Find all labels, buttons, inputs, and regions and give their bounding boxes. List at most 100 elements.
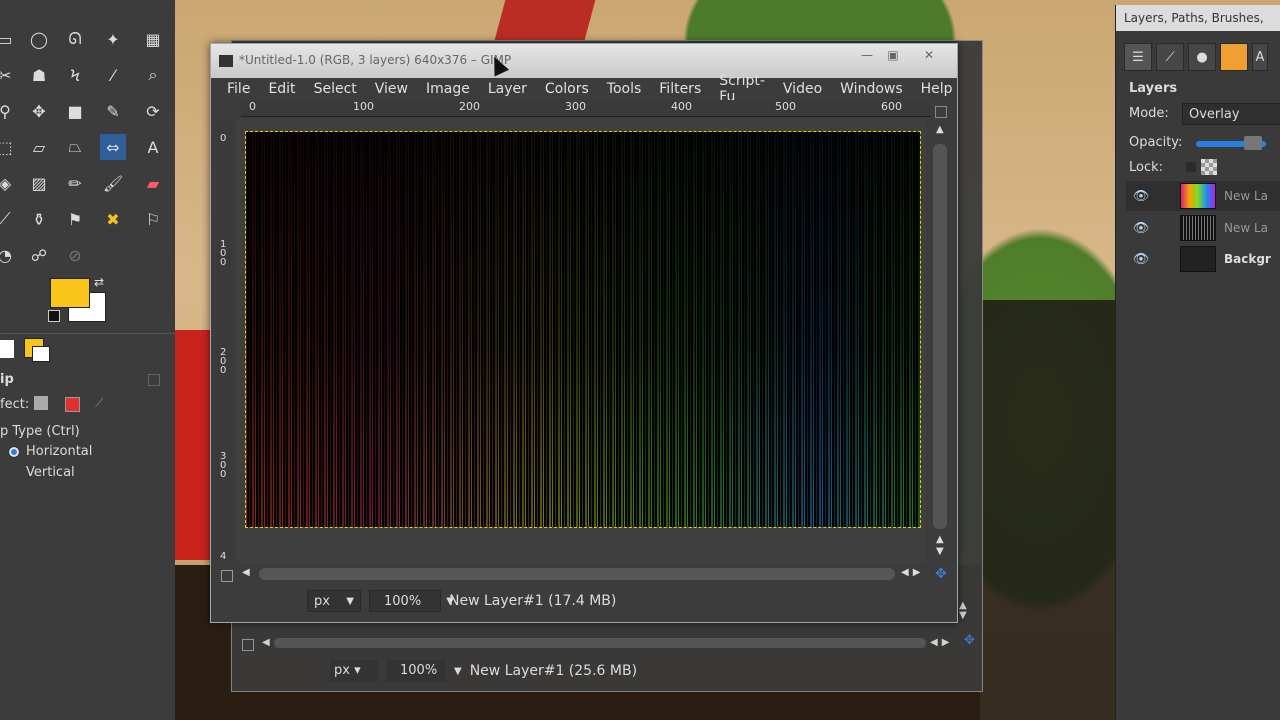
paths-tab-icon[interactable]: ⟋ [1156, 43, 1184, 71]
horizontal-ruler[interactable]: 0 100 200 300 400 500 600 [241, 100, 931, 117]
menu-edit[interactable]: Edit [259, 81, 304, 97]
rect-select-icon[interactable]: ▭ [0, 26, 18, 52]
perspective-clone-icon[interactable]: ⚐ [140, 206, 166, 232]
foreground-color-swatch-top[interactable] [50, 278, 90, 308]
vertical-scrollbar[interactable] [933, 144, 947, 529]
menu-select[interactable]: Select [305, 81, 366, 97]
tool-options-tab-icon[interactable] [0, 340, 14, 358]
navigation-cross-icon[interactable]: ✥ [964, 633, 975, 648]
horizontal-scrollbar[interactable] [259, 568, 895, 580]
layer-row[interactable]: 👁 New La [1126, 213, 1280, 243]
move-icon[interactable]: ✥ [26, 98, 52, 124]
clone-icon[interactable]: ⚑ [62, 206, 88, 232]
mode-select[interactable]: Overlay [1182, 103, 1280, 125]
eraser-icon[interactable]: ▰ [140, 170, 166, 196]
pencil-icon[interactable]: ✏ [62, 170, 88, 196]
minimize-icon[interactable]: — [855, 48, 879, 64]
text-icon[interactable]: A [140, 134, 166, 160]
smudge-icon[interactable]: ☍ [26, 242, 52, 268]
zoom-dropdown-arrow-icon[interactable]: ▼ [454, 666, 462, 677]
paths-icon[interactable]: Ϟ [62, 62, 88, 88]
window-titlebar[interactable]: *Untitled-1.0 (RGB, 3 layers) 640x376 – … [211, 44, 957, 78]
unit-select[interactable]: px ▾ [330, 660, 378, 682]
reset-colors-icon[interactable] [48, 310, 60, 322]
transform-path-icon[interactable]: ⟋ [95, 396, 103, 411]
navigate-button[interactable] [242, 639, 254, 651]
menu-layer[interactable]: Layer [479, 81, 536, 97]
menu-windows[interactable]: Windows [831, 81, 912, 97]
patterns-tab-icon[interactable] [1220, 43, 1248, 71]
menu-colors[interactable]: Colors [536, 81, 598, 97]
close-icon[interactable]: ✕ [917, 48, 941, 64]
brushes-tab-icon[interactable]: ● [1188, 43, 1216, 71]
visibility-eye-icon[interactable]: 👁 [1126, 189, 1156, 204]
visibility-eye-icon[interactable]: 👁 [1126, 221, 1156, 236]
blur-icon[interactable]: ◔ [0, 242, 18, 268]
layers-tab-icon[interactable]: ☰ [1124, 43, 1152, 71]
radio-unselected[interactable] [8, 466, 20, 479]
unit-select[interactable]: px ▼ [307, 590, 361, 612]
menu-filters[interactable]: Filters [650, 81, 710, 97]
ellipse-select-icon[interactable]: ◯ [26, 26, 52, 52]
quick-mask-toggle[interactable] [221, 570, 233, 582]
layer-row[interactable]: 👁 Backgr [1126, 244, 1280, 274]
paintbrush-icon[interactable]: 🖌 [100, 170, 126, 196]
zoom-select[interactable]: 100% ▼ [369, 590, 454, 612]
menu-help[interactable]: Help [912, 81, 962, 97]
flip-icon[interactable]: ⇔ [100, 134, 126, 160]
scroll-right-icon[interactable]: ◀▶ [930, 637, 953, 648]
opacity-slider-handle[interactable] [1244, 136, 1262, 150]
scroll-left-icon[interactable]: ◀ [262, 637, 270, 648]
zoom-icon[interactable]: ⌕ [140, 62, 166, 88]
tool-options-menu-button[interactable] [148, 374, 160, 386]
visibility-eye-icon[interactable]: 👁 [1126, 252, 1156, 267]
ruler-tick-label: 200 [459, 100, 480, 113]
fonts-tab-icon[interactable]: A [1252, 43, 1268, 71]
lock-pixels-toggle[interactable] [1186, 162, 1196, 172]
blend-icon[interactable]: ▨ [26, 170, 52, 196]
airbrush-icon[interactable]: ⟋ [0, 206, 18, 232]
free-select-icon[interactable]: ᘏ [62, 26, 88, 52]
foreground-select-icon[interactable]: ☗ [26, 62, 52, 88]
menu-view[interactable]: View [366, 81, 417, 97]
measure-icon[interactable]: ⚲ [0, 98, 18, 124]
align-icon[interactable]: ■ [62, 98, 88, 124]
color-select-icon[interactable]: ▦ [140, 26, 166, 52]
background-window-hscroll[interactable] [274, 638, 926, 648]
scroll-right-icon[interactable]: ◀▶ [901, 567, 924, 578]
vertical-ruler[interactable]: 0 100 200 300 4 [216, 120, 234, 562]
radio-selected[interactable] [8, 445, 20, 458]
flip-horizontal-option[interactable]: Horizontal [8, 444, 92, 459]
perspective-icon[interactable]: ⏢ [62, 134, 88, 160]
dodge-icon[interactable]: ⊘ [62, 242, 88, 268]
transform-selection-icon[interactable] [65, 397, 80, 412]
swap-colors-icon[interactable]: ⇄ [94, 275, 104, 289]
fuzzy-select-icon[interactable]: ✦ [100, 26, 126, 52]
scale-icon[interactable]: ⬚ [0, 134, 18, 160]
zoom-select[interactable]: 100% [386, 660, 446, 682]
scroll-up-icon[interactable]: ▲ [936, 124, 944, 135]
shear-icon[interactable]: ▱ [26, 134, 52, 160]
menu-file[interactable]: File [211, 81, 259, 97]
layer-row[interactable]: 👁 New La [1126, 181, 1280, 211]
flip-vertical-option[interactable]: Vertical [8, 465, 75, 480]
menu-video[interactable]: Video [774, 81, 831, 97]
menu-tools[interactable]: Tools [598, 81, 651, 97]
scissors-icon[interactable]: ✂ [0, 62, 18, 88]
transform-layer-icon[interactable] [34, 396, 48, 410]
lock-alpha-icon[interactable] [1201, 159, 1217, 175]
image-canvas[interactable] [245, 131, 921, 528]
scroll-left-icon[interactable]: ◀ [242, 567, 250, 578]
crop-icon[interactable]: ✎ [100, 98, 126, 124]
maximize-icon[interactable]: ▣ [881, 48, 905, 64]
heal-icon[interactable]: ✖ [100, 206, 126, 232]
scroll-down-icon[interactable]: ▲ ▼ [959, 601, 967, 621]
menu-image[interactable]: Image [417, 81, 479, 97]
rotate-icon[interactable]: ⟳ [140, 98, 166, 124]
scroll-down-icon[interactable]: ▲ ▼ [936, 534, 944, 558]
navigation-cross-icon[interactable]: ✥ [935, 566, 947, 582]
zoom-fit-button[interactable] [935, 106, 947, 118]
bucket-fill-icon[interactable]: ◈ [0, 170, 18, 196]
ink-icon[interactable]: ⚱ [26, 206, 52, 232]
color-picker-icon[interactable]: ⁄ [100, 62, 126, 88]
